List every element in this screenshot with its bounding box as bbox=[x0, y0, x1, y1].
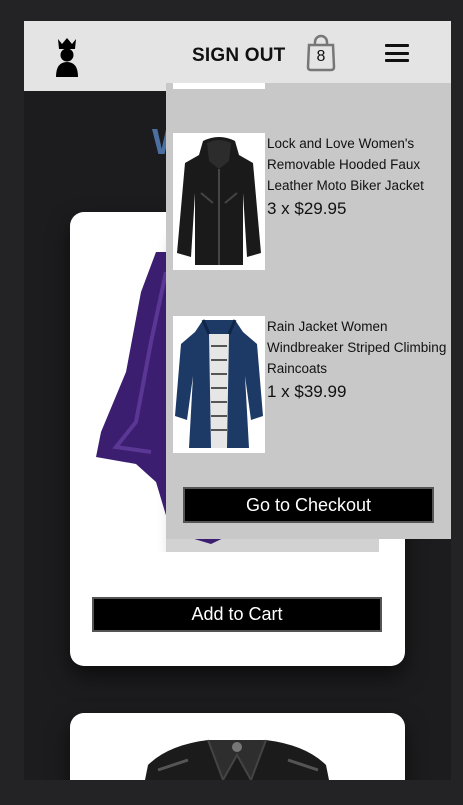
cart-item-thumbnail bbox=[173, 83, 265, 89]
cart-item-thumbnail bbox=[173, 316, 265, 453]
product-card bbox=[70, 713, 405, 780]
app-viewport: SIGN OUT 8 W Add to Cart bbox=[24, 21, 451, 780]
black-leather-jacket-thumb bbox=[177, 137, 261, 265]
add-to-cart-button[interactable]: Add to Cart bbox=[92, 597, 382, 632]
cart-item: Lock and Love Women's Removable Hooded F… bbox=[173, 133, 448, 273]
black-leather-jacket-image[interactable] bbox=[128, 735, 346, 780]
hamburger-menu-icon[interactable] bbox=[385, 44, 409, 62]
cart-item-name: Lock and Love Women's Removable Hooded F… bbox=[267, 136, 424, 193]
sign-out-link[interactable]: SIGN OUT bbox=[192, 45, 285, 67]
cart-item-qty-price: 3 x $29.95 bbox=[267, 199, 347, 218]
cart-item: Rain Jacket Women Windbreaker Striped Cl… bbox=[173, 316, 448, 456]
cart-count-badge: 8 bbox=[316, 48, 326, 65]
navy-raincoat-thumb bbox=[175, 319, 263, 448]
top-navbar: SIGN OUT 8 bbox=[24, 21, 451, 91]
cart-item-name: Rain Jacket Women Windbreaker Striped Cl… bbox=[267, 319, 447, 376]
crown-person-icon[interactable] bbox=[54, 37, 80, 77]
cart-item-thumbnail bbox=[173, 133, 265, 270]
cart-item-qty-price: 1 x $39.99 bbox=[267, 382, 347, 401]
go-to-checkout-button[interactable]: Go to Checkout bbox=[183, 487, 434, 523]
cart-dropdown: Lock and Love Women's Removable Hooded F… bbox=[166, 83, 451, 539]
